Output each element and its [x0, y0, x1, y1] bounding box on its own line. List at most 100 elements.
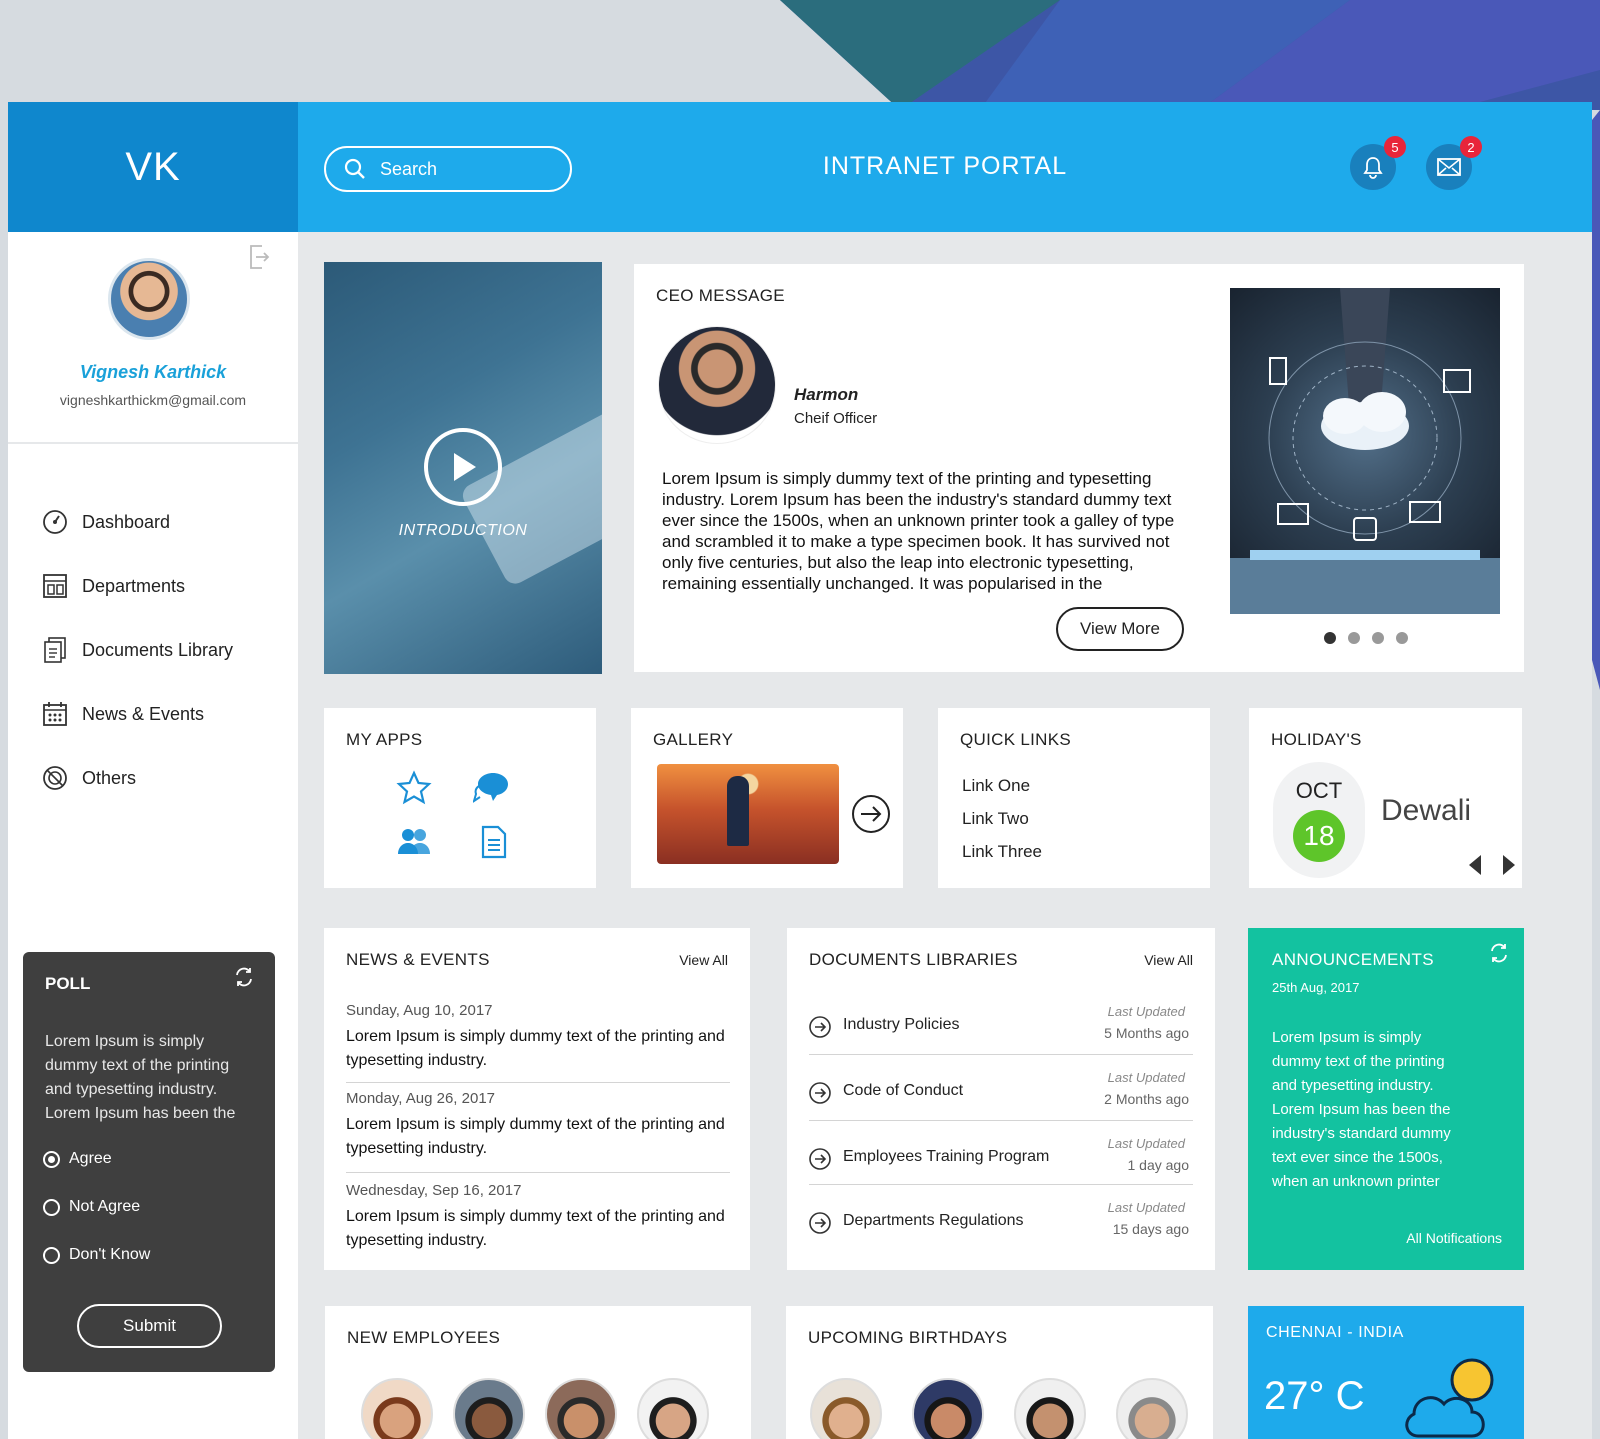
sidebar-nav: Dashboard Departments Documents Library … — [40, 490, 233, 810]
news-item[interactable]: Sunday, Aug 10, 2017 Lorem Ipsum is simp… — [346, 1002, 730, 1073]
play-icon — [454, 453, 476, 481]
poll-option-agree[interactable]: Agree — [43, 1150, 112, 1168]
documents-icon — [40, 635, 70, 665]
document-name: Industry Policies — [843, 1016, 960, 1033]
last-updated-value: 15 days ago — [1112, 1221, 1189, 1237]
docs-title: DOCUMENTS LIBRARIES — [809, 950, 1018, 969]
gallery-title: GALLERY — [653, 730, 734, 749]
my-apps-title: MY APPS — [346, 730, 423, 749]
document-name: Employees Training Program — [843, 1148, 1050, 1165]
sidebar-item-label: Departments — [82, 575, 186, 596]
sidebar-item-label: Others — [82, 767, 137, 788]
mail-icon — [1437, 158, 1461, 176]
sidebar-item-documents-library[interactable]: Documents Library — [40, 618, 233, 682]
sidebar-item-others[interactable]: Others — [40, 746, 233, 810]
divider — [346, 1172, 730, 1173]
sidebar-item-dashboard[interactable]: Dashboard — [40, 490, 233, 554]
document-icon[interactable] — [474, 822, 514, 862]
all-notifications-link[interactable]: All Notifications — [1406, 1230, 1502, 1246]
employee-avatar[interactable] — [453, 1378, 525, 1439]
employee-avatar[interactable] — [545, 1378, 617, 1439]
divider — [346, 1082, 730, 1083]
quick-link[interactable]: Link Three — [962, 842, 1042, 862]
chevron-right-icon[interactable] — [1499, 854, 1517, 876]
notifications-button[interactable]: 5 — [1350, 136, 1406, 190]
intro-video[interactable]: INTRODUCTION — [324, 262, 602, 674]
radio[interactable] — [43, 1198, 60, 1216]
poll-option-not-agree[interactable]: Not Agree — [43, 1198, 140, 1216]
document-row[interactable]: Industry Policies Last Updated 5 Months … — [809, 994, 1193, 1054]
holidays-title: HOLIDAY'S — [1271, 730, 1362, 749]
carousel-dot[interactable] — [1348, 632, 1360, 644]
users-icon[interactable] — [394, 822, 434, 862]
star-icon[interactable] — [394, 768, 434, 808]
sidebar: Vignesh Karthick vigneshkarthickm@gmail.… — [8, 232, 298, 1439]
document-row[interactable]: Code of Conduct Last Updated 2 Months ag… — [809, 1060, 1193, 1120]
arrow-right-circle-icon — [809, 1148, 831, 1170]
last-updated-label: Last Updated — [1107, 1070, 1185, 1085]
carousel-dot[interactable] — [1396, 632, 1408, 644]
news-view-all-link[interactable]: View All — [679, 952, 728, 968]
partly-cloudy-icon — [1405, 1358, 1494, 1438]
ceo-message-text: Lorem Ipsum is simply dummy text of the … — [662, 469, 1175, 593]
play-button[interactable] — [424, 428, 502, 506]
holidays-card: HOLIDAY'S OCT 18 Dewali — [1249, 708, 1522, 888]
employee-avatar[interactable] — [637, 1378, 709, 1439]
poll-submit-button[interactable]: Submit — [77, 1304, 222, 1348]
birthday-avatar[interactable] — [810, 1378, 882, 1439]
divider — [809, 1184, 1193, 1185]
sidebar-item-label: News & Events — [82, 703, 205, 724]
last-updated-label: Last Updated — [1107, 1200, 1185, 1215]
sidebar-item-news-events[interactable]: News & Events — [40, 682, 233, 746]
radio-selected[interactable] — [43, 1150, 60, 1168]
app-window: VK Search INTRANET PORTAL 5 2 Vignesh Ka… — [8, 102, 1592, 1439]
new-employees-card: NEW EMPLOYEES — [325, 1306, 751, 1439]
document-row[interactable]: Employees Training Program Last Updated … — [809, 1126, 1193, 1186]
carousel-dot[interactable] — [1324, 632, 1336, 644]
news-item[interactable]: Wednesday, Sep 16, 2017 Lorem Ipsum is s… — [346, 1182, 730, 1253]
last-updated-value: 2 Months ago — [1104, 1091, 1189, 1107]
departments-icon — [40, 571, 70, 601]
news-date: Wednesday, Sep 16, 2017 — [346, 1182, 522, 1199]
sidebar-divider — [8, 442, 298, 444]
sidebar-item-departments[interactable]: Departments — [40, 554, 233, 618]
poll-option-dont-know[interactable]: Don't Know — [43, 1246, 150, 1264]
new-employees-title: NEW EMPLOYEES — [347, 1328, 501, 1347]
brand-logo: VK — [8, 102, 298, 232]
birthdays-title: UPCOMING BIRTHDAYS — [808, 1328, 1008, 1347]
news-date: Sunday, Aug 10, 2017 — [346, 1002, 493, 1019]
employee-avatar[interactable] — [361, 1378, 433, 1439]
chat-icon[interactable] — [472, 768, 512, 808]
logout-button[interactable] — [248, 244, 270, 275]
arrow-right-circle-icon — [809, 1212, 831, 1234]
announcements-refresh-button[interactable] — [1488, 942, 1510, 969]
news-item[interactable]: Monday, Aug 26, 2017 Lorem Ipsum is simp… — [346, 1090, 730, 1161]
radio[interactable] — [43, 1246, 60, 1264]
announcements-date: 25th Aug, 2017 — [1272, 980, 1360, 995]
carousel-dot[interactable] — [1372, 632, 1384, 644]
intro-label: INTRODUCTION — [398, 522, 528, 539]
user-email: vigneshkarthickm@gmail.com — [59, 392, 247, 408]
birthday-avatar[interactable] — [912, 1378, 984, 1439]
poll-refresh-button[interactable] — [233, 966, 255, 993]
birthday-avatar[interactable] — [1014, 1378, 1086, 1439]
messages-button[interactable]: 2 — [1426, 136, 1482, 190]
birthday-avatar[interactable] — [1116, 1378, 1188, 1439]
gallery-image[interactable] — [657, 764, 839, 864]
quick-link[interactable]: Link Two — [962, 809, 1029, 829]
news-date: Monday, Aug 26, 2017 — [346, 1090, 496, 1107]
weather-city: CHENNAI - INDIA — [1266, 1324, 1404, 1341]
ceo-name: Harmon — [794, 385, 859, 404]
chevron-left-icon[interactable] — [1467, 854, 1485, 876]
docs-view-all-link[interactable]: View All — [1144, 952, 1193, 968]
quick-links-title: QUICK LINKS — [960, 730, 1071, 749]
documents-libraries-card: DOCUMENTS LIBRARIES View All Industry Po… — [787, 928, 1215, 1270]
document-row[interactable]: Departments Regulations Last Updated 15 … — [809, 1190, 1193, 1250]
sidebar-item-label: Dashboard — [82, 511, 171, 532]
weather-temperature: 27° C — [1264, 1374, 1365, 1418]
poll-question: Lorem Ipsum is simply dummy text of the … — [45, 1033, 236, 1122]
view-more-button[interactable]: View More — [1056, 607, 1184, 651]
gallery-next-button[interactable] — [851, 794, 891, 839]
ceo-card-title: CEO MESSAGE — [656, 286, 785, 305]
quick-link[interactable]: Link One — [962, 776, 1030, 796]
